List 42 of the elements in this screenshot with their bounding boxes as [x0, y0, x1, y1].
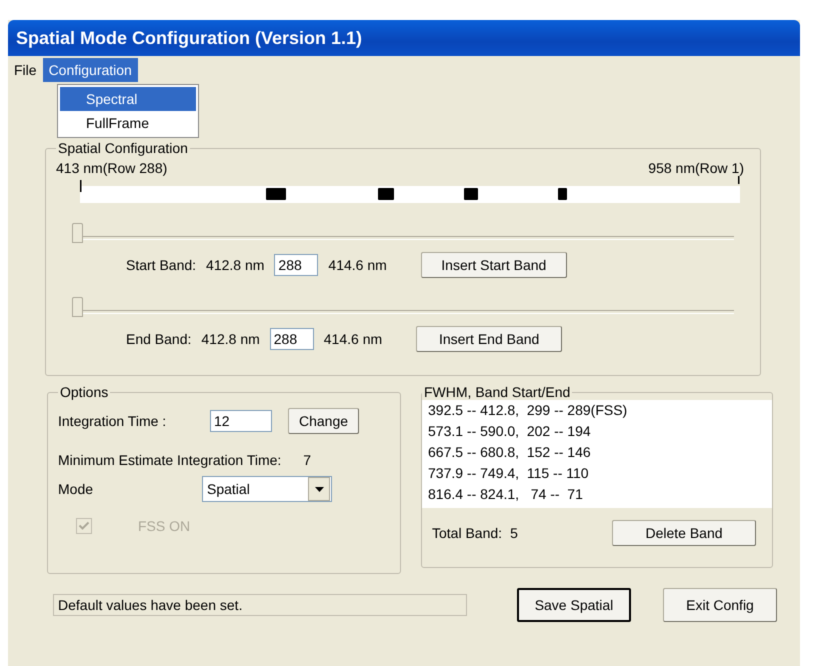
delete-band-button[interactable]: Delete Band — [612, 520, 756, 546]
group-title: Options — [59, 384, 110, 400]
fss-label: FSS ON — [138, 518, 190, 534]
band-label: End Band: — [126, 331, 192, 347]
mode-label: Mode — [58, 481, 94, 497]
integration-time-label: Integration Time : — [58, 413, 168, 429]
save-button[interactable]: Save Spatial — [517, 588, 631, 622]
group-title: FWHM, Band Start/End — [423, 384, 572, 400]
band-list-item[interactable]: 667.5 -- 680.8, 152 -- 146 — [428, 442, 766, 463]
band-list-item[interactable]: 737.9 -- 749.4, 115 -- 110 — [428, 463, 766, 484]
range-end-label: 958 nm(Row 1) — [648, 160, 744, 176]
band-high-value: 414.6 nm — [328, 257, 387, 273]
total-band-label: Total Band: — [432, 525, 502, 541]
insert-band-button[interactable]: Insert End Band — [416, 326, 562, 352]
menu-option[interactable]: Spectral — [60, 87, 196, 111]
min-integration-label: Minimum Estimate Integration Time: — [58, 452, 282, 468]
band-low-value: 412.8 nm — [206, 257, 264, 273]
change-button[interactable]: Change — [288, 408, 360, 434]
integration-time-field[interactable]: 12 — [210, 410, 272, 432]
slider-thumb[interactable] — [72, 297, 83, 317]
menu-item[interactable]: Configuration — [42, 58, 138, 82]
band-list-item[interactable]: 573.1 -- 590.0, 202 -- 194 — [428, 421, 766, 442]
window-title: Spatial Mode Configuration (Version 1.1) — [16, 28, 362, 48]
exit-button[interactable]: Exit Config — [663, 588, 777, 622]
band-label: Start Band: — [126, 257, 196, 273]
group-title: Spatial Configuration — [57, 140, 189, 156]
menu-item[interactable]: File — [8, 58, 43, 82]
range-start-label: 413 nm(Row 288) — [56, 160, 168, 176]
band-row-field[interactable]: 288 — [270, 328, 314, 350]
band-list-item[interactable]: 816.4 -- 824.1, 74 -- 71 — [428, 484, 766, 505]
insert-band-button[interactable]: Insert Start Band — [420, 252, 567, 278]
slider-thumb[interactable] — [72, 223, 83, 243]
status-field: Default values have been set. — [53, 594, 467, 616]
band-low-value: 412.8 nm — [201, 331, 260, 347]
menu-option[interactable]: FullFrame — [60, 111, 196, 135]
total-band-value: 5 — [510, 525, 518, 541]
band-list-item[interactable]: 392.5 -- 412.8, 299 -- 289(FSS) — [428, 400, 766, 421]
dropdown-arrow-icon — [314, 486, 324, 492]
band-row-field[interactable]: 288 — [274, 254, 318, 276]
mode-dropdown[interactable]: Spatial — [202, 476, 332, 502]
band-high-value: 414.6 nm — [324, 331, 382, 347]
min-integration-value: 7 — [303, 452, 312, 468]
